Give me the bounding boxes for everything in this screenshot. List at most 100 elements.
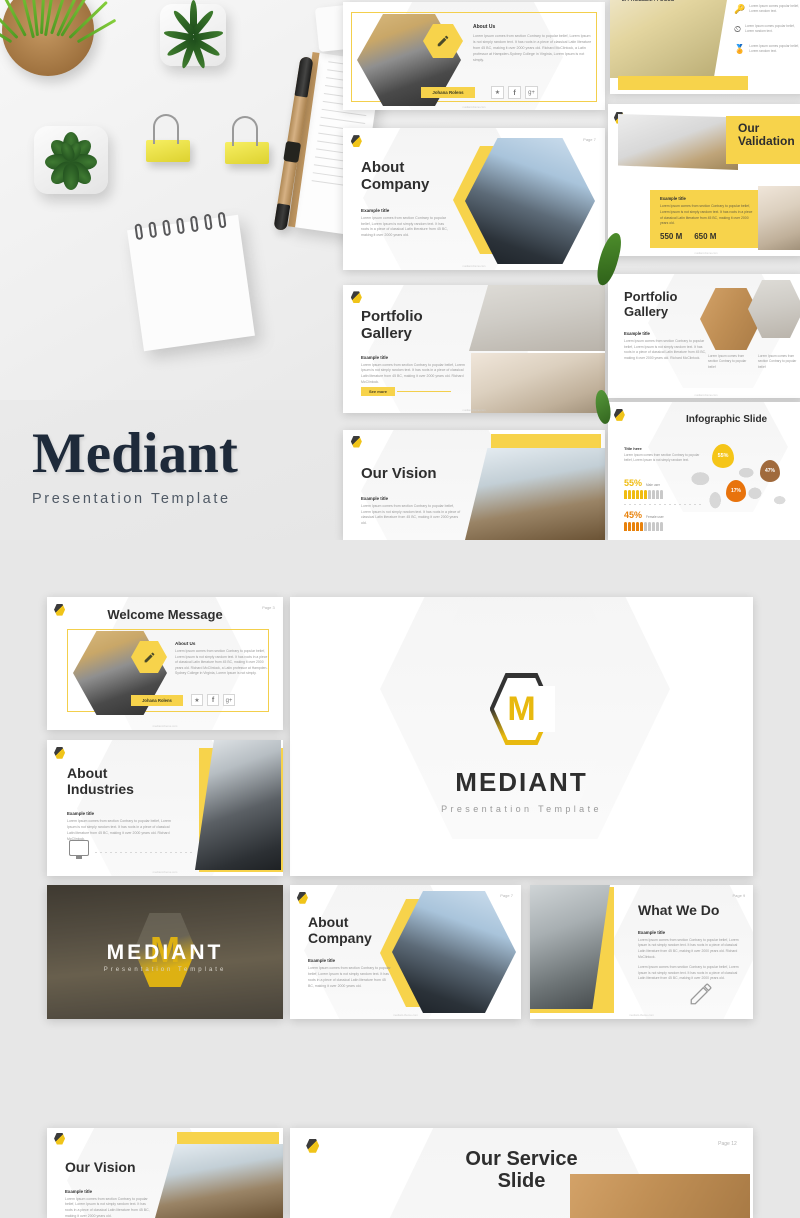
slide-title-line1: Our bbox=[738, 121, 760, 135]
slide-title: Our Vision bbox=[361, 465, 437, 482]
slide-portfolio-gallery-hero[interactable]: Portfolio Gallery Example title Lorem Ip… bbox=[343, 285, 605, 413]
binder-clip-left bbox=[146, 114, 190, 162]
slide-title-line1: Portfolio bbox=[624, 289, 678, 304]
middle-section: Page 3 Welcome Message About Us Lorem Ip… bbox=[0, 540, 800, 1060]
brand-lockup: Mediant Presentation Template bbox=[32, 425, 332, 507]
gallery-caption-2: Lorem Ipsum comes from section Contrary … bbox=[758, 354, 797, 369]
slide-footer: mediant-theme.com bbox=[152, 724, 178, 728]
slide-about-company-hero[interactable]: Page 7 About Company Example title Lorem… bbox=[343, 128, 605, 270]
slide-our-validation[interactable]: Our Validation Example title Lorem Ipsum… bbox=[608, 104, 800, 256]
slide-body: Lorem Ipsum comes from section Contrary … bbox=[624, 339, 706, 360]
slide-title: What We Do bbox=[638, 902, 720, 918]
google-plus-icon[interactable]: g+ bbox=[223, 694, 235, 706]
slide-logo-icon bbox=[54, 1132, 66, 1145]
cover-wordmark: MEDIANT bbox=[106, 941, 224, 964]
slide-title-line1: About bbox=[67, 765, 108, 781]
facebook-icon[interactable]: f bbox=[508, 86, 521, 99]
slide-body-2: Lorem Ipsum comes from section Contrary … bbox=[638, 965, 739, 981]
slide-logo-main[interactable]: M MEDIANT Presentation Template bbox=[290, 597, 753, 876]
grass-plant bbox=[0, 0, 117, 76]
pencil-icon bbox=[690, 983, 712, 1005]
cover-subtitle: Presentation Template bbox=[103, 967, 227, 973]
person-name-tag: Johana Rolens bbox=[131, 695, 183, 706]
slide-infographic[interactable]: Infographic Slide 55% 17% 47% Title here… bbox=[608, 402, 800, 540]
twitter-icon[interactable]: ★ bbox=[191, 694, 203, 706]
slide-title-line2: Company bbox=[308, 929, 372, 946]
slide-body: Lorem Ipsum comes from section Contrary … bbox=[361, 362, 465, 384]
slide-logo-icon bbox=[54, 746, 66, 759]
slide-about-us-hero[interactable]: About Us Lorem Ipsum comes from section … bbox=[343, 2, 605, 110]
logo-mark: M bbox=[489, 673, 555, 745]
page-number: Page 7 bbox=[583, 136, 596, 142]
slide-title-line2: Validation bbox=[738, 134, 795, 149]
about-us-body: Lorem Ipsum comes from section Contrary … bbox=[473, 34, 592, 62]
hourglass-photo bbox=[618, 114, 738, 170]
key-icon: 🔑 bbox=[734, 4, 746, 14]
slide-title: 2. PROBLEM / FOCUS bbox=[622, 0, 675, 3]
slide-subtitle: Example title bbox=[65, 1188, 93, 1194]
page-number: Page 12 bbox=[718, 1140, 737, 1147]
male-user-label: Male user bbox=[646, 483, 661, 487]
slide-footer: mediant-theme.com bbox=[462, 265, 486, 268]
map-pin-55: 55% bbox=[712, 444, 734, 468]
sticky-notes-photo bbox=[610, 0, 728, 78]
slide-about-industries[interactable]: About Industries Example title Lorem Ips… bbox=[47, 740, 283, 876]
slide-logo-icon bbox=[296, 891, 308, 904]
slide-footer: mediant-theme.com bbox=[629, 1013, 654, 1017]
spiral-notepad bbox=[127, 211, 255, 352]
slide-subtitle: Example title bbox=[361, 354, 389, 360]
person-name: Johana Rolens bbox=[142, 698, 172, 703]
slide-title-line1: About bbox=[361, 159, 405, 176]
slide-subtitle: Example title bbox=[308, 958, 336, 964]
stats-body: Lorem Ipsum comes from section Contrary … bbox=[660, 204, 753, 226]
female-user-label: Female user bbox=[646, 515, 664, 519]
slide-what-we-do[interactable]: Page 9 What We Do Example title Lorem Ip… bbox=[530, 885, 753, 1019]
tablet-desk-photo bbox=[758, 186, 800, 250]
slide-title-line2: Industries bbox=[67, 780, 134, 797]
about-us-heading: About Us bbox=[175, 641, 196, 646]
chart-body: Lorem Ipsum comes from section Contrary … bbox=[624, 453, 700, 463]
map-pin-17: 17% bbox=[726, 480, 746, 502]
slide-body: Lorem Ipsum comes from section Contrary … bbox=[361, 215, 448, 238]
slide-footer: mediant-theme.com bbox=[462, 106, 486, 109]
see-more-button[interactable]: See more bbox=[361, 387, 396, 396]
award-icon: 🏅 bbox=[734, 44, 746, 54]
hero-section: Mediant Presentation Template About Us L… bbox=[0, 0, 800, 540]
focus-item-text: Lorem Ipsum comes popular belief, Lorem … bbox=[749, 44, 800, 54]
chart-title: Infographic Slide bbox=[686, 414, 768, 425]
focus-item-text: Lorem Ipsum comes popular belief, Lorem … bbox=[749, 4, 800, 14]
person-name: Johana Rolens bbox=[432, 90, 464, 95]
slide-cover-dark[interactable]: M MEDIANT Presentation Template bbox=[47, 885, 283, 1019]
slide-our-service[interactable]: Page 12 Our Service Slide bbox=[290, 1128, 753, 1218]
slide-our-vision-bottom[interactable]: Our Vision Example title Lorem Ipsum com… bbox=[47, 1128, 283, 1218]
slide-title: Welcome Message bbox=[107, 607, 223, 622]
slide-title-line1: Our Service bbox=[465, 1148, 578, 1170]
slide-our-vision-hero[interactable]: Our Vision Example title Lorem Ipsum com… bbox=[343, 430, 605, 540]
slide-subtitle: Example title bbox=[67, 811, 95, 817]
slide-about-company-mid[interactable]: Page 7 About Company Example title Lorem… bbox=[290, 885, 521, 1019]
slide-footer: mediant-theme.com bbox=[462, 409, 486, 412]
binder-clip-right bbox=[225, 116, 269, 164]
twitter-icon[interactable]: ★ bbox=[491, 86, 504, 99]
slide-welcome-message[interactable]: Page 3 Welcome Message About Us Lorem Ip… bbox=[47, 597, 283, 730]
slide-logo-icon bbox=[350, 435, 362, 448]
slide-subtitle: Example title bbox=[624, 331, 650, 337]
slide-subtitle: Example title bbox=[361, 495, 389, 501]
facebook-icon[interactable]: f bbox=[207, 694, 219, 706]
slide-portfolio-gallery-2[interactable]: Portfolio Gallery Example title Lorem Ip… bbox=[608, 274, 800, 398]
google-plus-icon[interactable]: g+ bbox=[525, 86, 538, 99]
map-pin-label: 55% bbox=[717, 453, 729, 459]
spiky-succulent-plant bbox=[160, 0, 226, 70]
slide-subtitle: Example title bbox=[638, 929, 666, 935]
slide-body: Lorem Ipsum comes from section Contrary … bbox=[67, 819, 171, 841]
female-percent-value: 45% bbox=[624, 510, 643, 520]
monitor-icon bbox=[69, 840, 89, 856]
stat-value: 650 M bbox=[694, 232, 717, 242]
slide-title-line2: Company bbox=[361, 175, 430, 193]
slide-logo-icon bbox=[613, 408, 625, 421]
slide-footer: mediant-theme.com bbox=[152, 870, 178, 874]
monitor-stand bbox=[76, 856, 82, 859]
slide-problem-focus[interactable]: 2. PROBLEM / FOCUS 🔑 Lorem Ipsum comes p… bbox=[610, 0, 800, 94]
slide-body: Lorem Ipsum comes from section Contrary … bbox=[361, 503, 461, 526]
slide-footer: mediant-theme.com bbox=[694, 252, 718, 255]
